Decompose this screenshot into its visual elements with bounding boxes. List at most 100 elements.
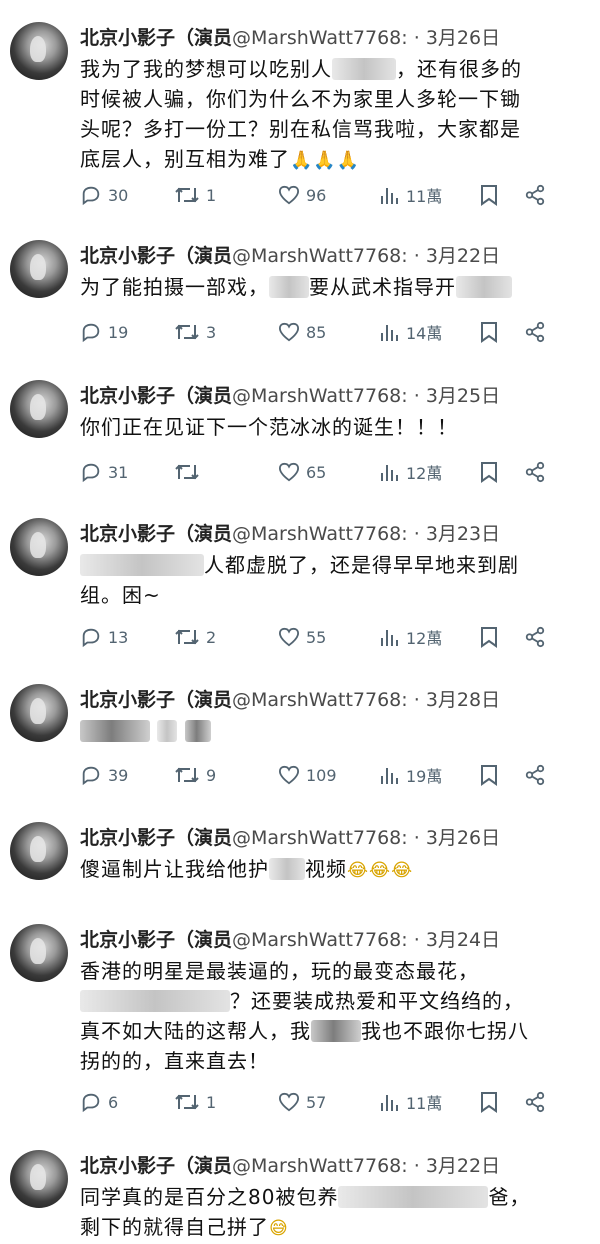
post-text: 人都虚脱了，还是得早早地来到剧组。困~ bbox=[80, 553, 519, 607]
share-button[interactable] bbox=[524, 760, 546, 790]
repost-count: 1 bbox=[206, 1092, 217, 1112]
views-button[interactable]: 11萬 bbox=[380, 180, 442, 210]
post-date[interactable]: 3月26日 bbox=[426, 27, 500, 49]
author-name[interactable]: 北京小影子（演员 bbox=[80, 929, 232, 951]
bookmark-button[interactable] bbox=[480, 760, 498, 790]
repost-button[interactable] bbox=[174, 457, 200, 487]
avatar[interactable] bbox=[10, 518, 68, 576]
like-button[interactable]: 55 bbox=[278, 622, 326, 652]
post-date[interactable]: 3月26日 bbox=[426, 827, 500, 849]
author-handle[interactable]: @MarshWatt7768: bbox=[232, 245, 408, 267]
avatar[interactable] bbox=[10, 1150, 68, 1208]
like-button[interactable]: 65 bbox=[278, 457, 326, 487]
post-date[interactable]: 3月28日 bbox=[426, 689, 500, 711]
share-icon bbox=[525, 764, 545, 786]
like-icon bbox=[278, 462, 300, 482]
separator: · bbox=[413, 27, 420, 49]
author-name[interactable]: 北京小影子（演员 bbox=[80, 523, 232, 545]
author-handle[interactable]: @MarshWatt7768: bbox=[232, 27, 408, 49]
reply-button[interactable]: 31 bbox=[80, 457, 128, 487]
avatar[interactable] bbox=[10, 822, 68, 880]
emoji: 🙏🙏🙏 bbox=[290, 150, 361, 171]
post-date[interactable]: 3月22日 bbox=[426, 1155, 500, 1177]
repost-icon bbox=[175, 629, 199, 645]
bookmark-button[interactable] bbox=[480, 1087, 498, 1117]
views-button[interactable]: 11萬 bbox=[380, 1087, 442, 1117]
reply-button[interactable]: 13 bbox=[80, 622, 128, 652]
views-icon bbox=[381, 1095, 398, 1111]
repost-button[interactable]: 3 bbox=[174, 317, 216, 347]
author-name[interactable]: 北京小影子（演员 bbox=[80, 1155, 232, 1177]
post-date[interactable]: 3月24日 bbox=[426, 929, 500, 951]
views-button[interactable]: 19萬 bbox=[380, 760, 442, 790]
reply-button[interactable]: 39 bbox=[80, 760, 128, 790]
author-handle[interactable]: @MarshWatt7768: bbox=[232, 929, 408, 951]
post-text: 我为了我的梦想可以吃别人 ，还有很多的时候被人骗，你们为什么不为家里人多轮一下锄头… bbox=[80, 54, 540, 176]
share-button[interactable] bbox=[524, 317, 546, 347]
author-handle[interactable]: @MarshWatt7768: bbox=[232, 689, 408, 711]
bookmark-button[interactable] bbox=[480, 317, 498, 347]
author-name[interactable]: 北京小影子（演员 bbox=[80, 827, 232, 849]
avatar[interactable] bbox=[10, 22, 68, 80]
bookmark-button[interactable] bbox=[480, 180, 498, 210]
post-date[interactable]: 3月25日 bbox=[426, 385, 500, 407]
author-name[interactable]: 北京小影子（演员 bbox=[80, 27, 232, 49]
like-button[interactable]: 96 bbox=[278, 180, 326, 210]
bookmark-icon bbox=[481, 765, 497, 786]
repost-button[interactable]: 1 bbox=[174, 1087, 216, 1117]
repost-button[interactable]: 9 bbox=[174, 760, 216, 790]
author-handle[interactable]: @MarshWatt7768: bbox=[232, 385, 408, 407]
author-name[interactable]: 北京小影子（演员 bbox=[80, 689, 232, 711]
views-button[interactable]: 14萬 bbox=[380, 317, 442, 347]
views-button[interactable]: 12萬 bbox=[380, 622, 442, 652]
post-actions: 39 9 109 19萬 bbox=[80, 760, 590, 790]
avatar[interactable] bbox=[10, 240, 68, 298]
views-button[interactable]: 12萬 bbox=[380, 457, 442, 487]
like-button[interactable]: 57 bbox=[278, 1087, 326, 1117]
like-count: 55 bbox=[306, 627, 327, 647]
avatar[interactable] bbox=[10, 684, 68, 742]
like-button[interactable]: 109 bbox=[278, 760, 337, 790]
repost-button[interactable]: 1 bbox=[174, 180, 216, 210]
share-button[interactable] bbox=[524, 457, 546, 487]
author-name[interactable]: 北京小影子（演员 bbox=[80, 245, 232, 267]
avatar[interactable] bbox=[10, 924, 68, 982]
author-handle[interactable]: @MarshWatt7768: bbox=[232, 523, 408, 545]
post-date[interactable]: 3月23日 bbox=[426, 523, 500, 545]
post-header: 北京小影子（演员@MarshWatt7768: · 3月26日 bbox=[80, 822, 590, 854]
share-button[interactable] bbox=[524, 622, 546, 652]
views-count: 11萬 bbox=[406, 187, 443, 206]
author-handle[interactable]: @MarshWatt7768: bbox=[232, 1155, 408, 1177]
reply-count: 13 bbox=[108, 627, 129, 647]
repost-button[interactable]: 2 bbox=[174, 622, 216, 652]
views-icon bbox=[381, 465, 398, 481]
redacted-text bbox=[311, 1020, 361, 1042]
reply-button[interactable]: 19 bbox=[80, 317, 128, 347]
share-button[interactable] bbox=[524, 1087, 546, 1117]
reply-button[interactable]: 30 bbox=[80, 180, 128, 210]
post-actions: 19 3 85 14萬 bbox=[80, 317, 590, 347]
bookmark-button[interactable] bbox=[480, 457, 498, 487]
avatar[interactable] bbox=[10, 380, 68, 438]
redacted-text bbox=[184, 720, 211, 742]
separator: · bbox=[413, 523, 420, 545]
repost-count: 2 bbox=[206, 627, 217, 647]
reply-icon bbox=[82, 186, 100, 206]
like-count: 85 bbox=[306, 322, 327, 342]
bookmark-icon bbox=[481, 185, 497, 206]
like-button[interactable]: 85 bbox=[278, 317, 326, 347]
post-date[interactable]: 3月22日 bbox=[426, 245, 500, 267]
bookmark-button[interactable] bbox=[480, 622, 498, 652]
post-text bbox=[80, 716, 540, 746]
views-icon bbox=[381, 188, 398, 204]
author-handle[interactable]: @MarshWatt7768: bbox=[232, 827, 408, 849]
reply-button[interactable]: 6 bbox=[80, 1087, 118, 1117]
separator: · bbox=[413, 1155, 420, 1177]
share-button[interactable] bbox=[524, 180, 546, 210]
views-count: 12萬 bbox=[406, 464, 443, 483]
reply-count: 19 bbox=[108, 322, 129, 342]
reply-count: 30 bbox=[108, 185, 129, 205]
separator: · bbox=[413, 929, 420, 951]
post-header: 北京小影子（演员@MarshWatt7768: · 3月22日 bbox=[80, 1150, 590, 1182]
author-name[interactable]: 北京小影子（演员 bbox=[80, 385, 232, 407]
